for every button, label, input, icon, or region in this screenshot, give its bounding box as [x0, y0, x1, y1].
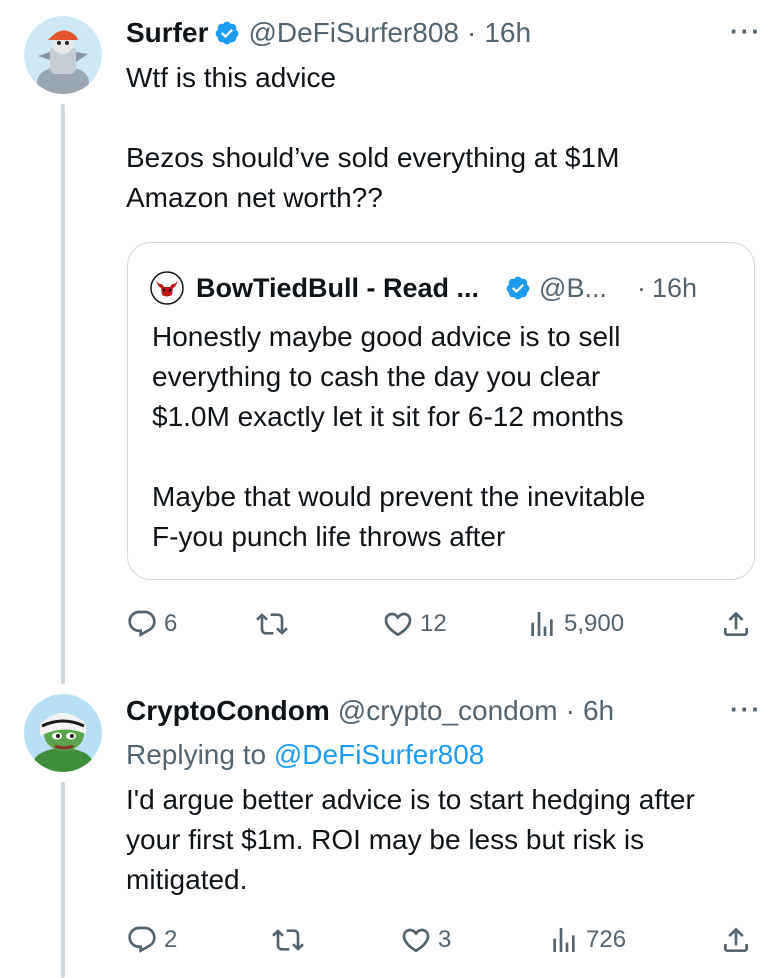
- more-icon[interactable]: ···: [730, 694, 762, 725]
- separator-dot: ·: [466, 17, 477, 48]
- separator-dot: ·: [565, 695, 575, 726]
- quote-author-name[interactable]: BowTiedBull - Read ...: [196, 271, 479, 305]
- share-button[interactable]: [720, 608, 752, 640]
- views-count: 726: [586, 926, 627, 953]
- author-name[interactable]: Surfer: [126, 16, 208, 50]
- share-icon: [724, 611, 748, 636]
- like-count: 3: [438, 926, 452, 953]
- more-icon[interactable]: ···: [730, 16, 762, 47]
- author-handle[interactable]: @DeFiSurfer808: [248, 16, 459, 50]
- reply-count: 2: [164, 926, 178, 953]
- author-handle[interactable]: @crypto_condom: [338, 694, 558, 728]
- retweet-button[interactable]: [256, 608, 288, 640]
- views-icon: [531, 612, 553, 636]
- like-icon: [402, 928, 430, 953]
- share-button[interactable]: [720, 924, 752, 956]
- reply-button[interactable]: 2: [126, 924, 177, 956]
- replying-to: Replying to @DeFiSurfer808: [126, 738, 484, 772]
- separator-dot: ·: [636, 273, 646, 303]
- quote-header: BowTiedBull - Read ... @B... · 16h: [150, 271, 697, 305]
- timestamp[interactable]: 6h: [583, 694, 614, 728]
- quote-avatar[interactable]: [150, 271, 184, 305]
- like-button[interactable]: 12: [382, 608, 447, 640]
- avatar[interactable]: [24, 16, 102, 94]
- tweet-text: Wtf is this advice Bezos should’ve sold …: [126, 62, 620, 213]
- like-count: 12: [420, 610, 447, 637]
- quoted-tweet[interactable]: BowTiedBull - Read ... @B... · 16h Hones…: [127, 242, 755, 580]
- quote-text: Honestly maybe good advice is to sell ev…: [152, 321, 646, 552]
- reply-count: 6: [164, 610, 178, 637]
- tweet-actions: 6 12 5,900: [126, 608, 758, 648]
- reply-icon: [128, 610, 156, 637]
- replying-to-handle[interactable]: @DeFiSurfer808: [274, 739, 485, 770]
- replying-to-label: Replying to: [126, 739, 274, 770]
- views-button[interactable]: 726: [548, 924, 626, 956]
- share-icon: [724, 927, 748, 952]
- views-icon: [553, 928, 575, 952]
- author-name[interactable]: CryptoCondom: [126, 694, 330, 728]
- tweet-header: CryptoCondom @crypto_condom · 6h: [126, 694, 614, 728]
- verified-badge-icon: [506, 276, 530, 300]
- tweet-text: I'd argue better advice is to start hedg…: [126, 784, 695, 895]
- avatar[interactable]: [24, 694, 102, 772]
- reply-button[interactable]: 6: [126, 608, 177, 640]
- views-count: 5,900: [564, 610, 625, 637]
- retweet-icon: [256, 613, 288, 635]
- timestamp[interactable]: 16h: [484, 16, 531, 50]
- retweet-icon: [272, 929, 304, 951]
- like-icon: [384, 612, 412, 637]
- quote-timestamp[interactable]: 16h: [652, 271, 697, 305]
- verified-badge-icon: [216, 21, 239, 45]
- reply-icon: [128, 926, 156, 953]
- thread-line-top: [61, 104, 65, 684]
- tweet-actions: 2 3 726: [126, 924, 758, 964]
- quote-author-handle[interactable]: @B...: [539, 271, 607, 305]
- retweet-button[interactable]: [272, 924, 304, 956]
- like-button[interactable]: 3: [400, 924, 451, 956]
- tweet-header: Surfer @DeFiSurfer808 · 16h: [126, 16, 531, 50]
- thread-line-bottom: [61, 782, 65, 978]
- views-button[interactable]: 5,900: [526, 608, 624, 640]
